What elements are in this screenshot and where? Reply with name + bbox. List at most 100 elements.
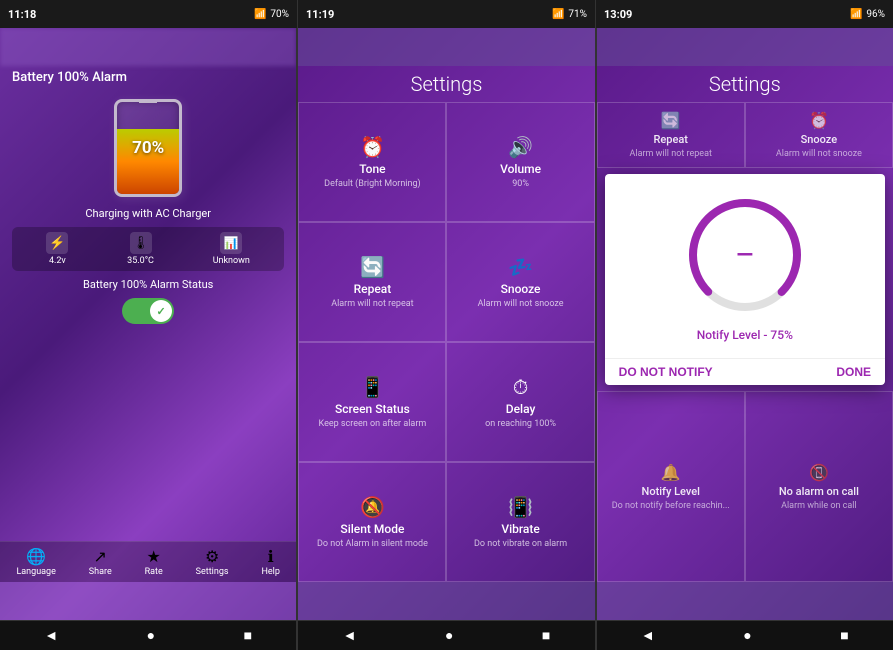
status-time-1: 11:18 [8, 8, 36, 21]
no-alarm-call-icon: 📵 [809, 463, 829, 482]
vibrate-sub: Do not vibrate on alarm [474, 539, 567, 549]
repeat-label: Repeat [354, 282, 392, 296]
notify-level-label: Notify Level - 75% [697, 328, 793, 342]
back-btn-2[interactable]: ◄ [343, 627, 357, 644]
stat-temp: 🌡 35.0°C [127, 232, 154, 266]
settings3-top-grid: 🔄 Repeat Alarm will not repeat ⏰ Snooze … [597, 102, 893, 168]
repeat-sub: Alarm will not repeat [331, 299, 413, 309]
settings-cell-screen-status[interactable]: 📱 Screen Status Keep screen on after ala… [298, 342, 446, 462]
battery-stats-row: ⚡ 4.2v 🌡 35.0°C 📊 Unknown [12, 227, 284, 271]
recent-btn-3[interactable]: ■ [840, 627, 848, 644]
no-alarm-call-sub: Alarm while on call [781, 501, 857, 511]
repeat3-sub: Alarm will not repeat [630, 149, 712, 159]
settings-title: Settings [298, 66, 594, 102]
settings3-cell-no-alarm-call[interactable]: 📵 No alarm on call Alarm while on call [745, 391, 893, 582]
sys-nav-3: ◄ ● ■ [597, 620, 893, 650]
rate-label: Rate [145, 567, 163, 577]
settings-icon: ⚙ [205, 547, 219, 566]
sys-nav-2: ◄ ● ■ [298, 620, 594, 650]
help-label: Help [261, 567, 279, 577]
toggle-check-icon: ✓ [157, 305, 166, 318]
status-bar-screen1: 11:18 📶 70% [0, 0, 297, 28]
delay-sub: on reaching 100% [485, 419, 556, 429]
screen-settings-dialog: Settings 🔄 Repeat Alarm will not repeat … [597, 28, 893, 650]
snooze3-sub: Alarm will not snooze [776, 149, 862, 159]
silent-label: Silent Mode [340, 522, 404, 536]
alarm-toggle-row: ✓ [12, 298, 284, 324]
status-icons-1: 📶 70% [254, 9, 289, 20]
voltage-icon: ⚡ [46, 232, 68, 254]
unknown-icon: 📊 [220, 232, 242, 254]
status-bar-screen3: 13:09 📶 96% [596, 0, 893, 28]
delay-label: Delay [506, 402, 536, 416]
vibrate-label: Vibrate [501, 522, 539, 536]
nav-language[interactable]: 🌐 Language [16, 547, 55, 577]
battery-percent-label: 70% [132, 138, 164, 158]
nav-rate[interactable]: ★ Rate [145, 547, 163, 577]
settings3-cell-repeat[interactable]: 🔄 Repeat Alarm will not repeat [597, 102, 745, 168]
repeat-icon: 🔄 [360, 255, 385, 279]
bottom-nav-bar: 🌐 Language ↗ Share ★ Rate ⚙ Settings ℹ [0, 541, 296, 582]
battery-status-1: 70% [270, 9, 289, 20]
signal-icon-2: 📶 [552, 9, 564, 20]
share-icon: ↗ [94, 547, 107, 566]
settings-cell-vibrate[interactable]: 📳 Vibrate Do not vibrate on alarm [446, 462, 594, 582]
share-label: Share [89, 567, 112, 577]
stat-unknown: 📊 Unknown [213, 232, 250, 266]
signal-icon-3: 📶 [850, 9, 862, 20]
bottom-blur-1 [0, 582, 296, 620]
back-btn-1[interactable]: ◄ [44, 627, 58, 644]
no-alarm-call-label: No alarm on call [779, 485, 859, 498]
settings-grid: ⏰ Tone Default (Bright Morning) 🔊 Volume… [298, 102, 594, 582]
status-bar-screen2: 11:19 📶 71% [298, 0, 595, 28]
nav-help[interactable]: ℹ Help [261, 547, 279, 577]
snooze3-label: Snooze [801, 133, 838, 146]
volume-sub: 90% [512, 179, 529, 189]
settings-cell-tone[interactable]: ⏰ Tone Default (Bright Morning) [298, 102, 446, 222]
top-blur-1 [0, 28, 296, 66]
settings3-cell-snooze[interactable]: ⏰ Snooze Alarm will not snooze [745, 102, 893, 168]
stat-voltage: ⚡ 4.2v [46, 232, 68, 266]
done-button[interactable]: DONE [836, 365, 871, 379]
charging-status: Charging with AC Charger [12, 207, 284, 220]
settings-cell-silent[interactable]: 🔕 Silent Mode Do not Alarm in silent mod… [298, 462, 446, 582]
temp-icon: 🌡 [130, 232, 152, 254]
repeat3-label: Repeat [653, 133, 687, 146]
tone-sub: Default (Bright Morning) [324, 179, 421, 189]
unknown-value: Unknown [213, 256, 250, 266]
settings3-bottom-grid: 🔔 Notify Level Do not notify before reac… [597, 391, 893, 582]
alarm-status-label: Battery 100% Alarm Status [12, 278, 284, 291]
back-btn-3[interactable]: ◄ [641, 627, 655, 644]
alarm-toggle[interactable]: ✓ [122, 298, 174, 324]
recent-btn-1[interactable]: ■ [244, 627, 252, 644]
settings3-cell-notify[interactable]: 🔔 Notify Level Do not notify before reac… [597, 391, 745, 582]
notify-dialog: — Notify Level - 75% DO NOT NOTIFY DONE [605, 174, 885, 385]
signal-icon: 📶 [254, 9, 266, 20]
settings-cell-repeat[interactable]: 🔄 Repeat Alarm will not repeat [298, 222, 446, 342]
settings3-title: Settings [597, 66, 893, 102]
status-time-2: 11:19 [306, 8, 334, 21]
do-not-notify-button[interactable]: DO NOT NOTIFY [619, 365, 713, 379]
dialog-content: — Notify Level - 75% [605, 174, 885, 358]
volume-label: Volume [500, 162, 541, 176]
settings-cell-volume[interactable]: 🔊 Volume 90% [446, 102, 594, 222]
battery-visual-container: 70% [12, 95, 284, 200]
rate-icon: ★ [147, 547, 161, 566]
recent-btn-2[interactable]: ■ [542, 627, 550, 644]
tone-label: Tone [359, 162, 385, 176]
nav-settings[interactable]: ⚙ Settings [196, 547, 229, 577]
home-btn-2[interactable]: ● [445, 627, 453, 644]
silent-sub: Do not Alarm in silent mode [317, 539, 428, 549]
settings-cell-delay[interactable]: ⏱ Delay on reaching 100% [446, 342, 594, 462]
home-btn-3[interactable]: ● [743, 627, 751, 644]
snooze-icon: 💤 [508, 255, 533, 279]
nav-share[interactable]: ↗ Share [89, 547, 112, 577]
battery-terminal [139, 99, 157, 103]
settings-cell-snooze[interactable]: 💤 Snooze Alarm will not snooze [446, 222, 594, 342]
silent-icon: 🔕 [360, 495, 385, 519]
home-btn-1[interactable]: ● [147, 627, 155, 644]
sys-nav-1: ◄ ● ■ [0, 620, 296, 650]
screen-status-icon: 📱 [360, 375, 385, 399]
status-time-3: 13:09 [604, 8, 632, 21]
top-blur-3 [597, 28, 893, 66]
